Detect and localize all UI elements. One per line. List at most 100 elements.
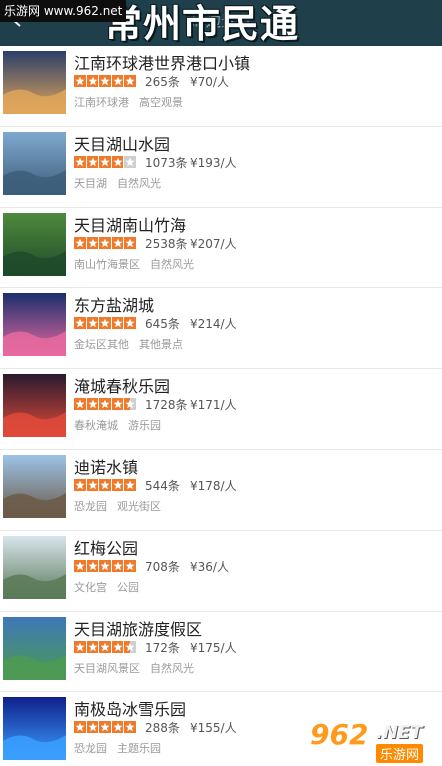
area-tag: 金坛区其他 [74, 338, 129, 352]
attraction-tags: 南山竹海景区 自然风光 [74, 256, 194, 272]
attraction-thumbnail [3, 374, 66, 438]
attraction-name: 淹城春秋乐园 [74, 377, 171, 397]
star-icon [124, 721, 136, 734]
star-icon [124, 559, 136, 572]
attraction-name: 红梅公园 [74, 538, 139, 558]
star-icon [86, 721, 98, 734]
category-tag: 自然风光 [150, 661, 194, 675]
category-tag: 自然风光 [150, 257, 194, 271]
star-icon [74, 640, 86, 653]
attraction-tags: 天目湖风景区 自然风光 [74, 660, 194, 676]
list-item[interactable]: 江南环球港世界港口小镇 265条 ¥70/人 江南环球港 高空观景 [0, 46, 442, 127]
star-icon [99, 155, 111, 168]
star-icon [99, 236, 111, 249]
area-tag: 恐龙园 [74, 499, 107, 513]
star-icon [111, 75, 123, 87]
price-per-person: ¥175/人 [190, 640, 237, 655]
attraction-thumbnail [3, 535, 66, 599]
attraction-tags: 恐龙园 观光街区 [74, 498, 161, 514]
star-icon [124, 317, 136, 330]
attraction-name: 东方盐湖城 [74, 296, 155, 316]
watermark-number: 962 [310, 718, 369, 751]
category-tag: 自然风光 [117, 176, 161, 190]
star-icon [124, 75, 136, 87]
area-tag: 天目湖风景区 [74, 661, 140, 675]
star-icon [124, 478, 136, 491]
attraction-name: 天目湖旅游度假区 [74, 619, 203, 639]
area-tag: 南山竹海景区 [74, 257, 140, 271]
attraction-tags: 恐龙园 主题乐园 [74, 740, 161, 756]
star-icon [86, 559, 98, 572]
star-icon [111, 398, 123, 411]
star-icon [124, 398, 136, 411]
site-watermark-logo: 962 .NET 乐游网 [310, 718, 438, 763]
list-item[interactable]: 淹城春秋乐园 1728条 ¥171/人 春秋淹城 游乐园 [0, 369, 442, 450]
star-icon [99, 559, 111, 572]
review-count: 544条 [145, 478, 180, 493]
review-count: 708条 [145, 559, 180, 574]
price-per-person: ¥178/人 [190, 478, 237, 493]
review-count: 645条 [145, 317, 180, 332]
price-per-person: ¥70/人 [190, 75, 229, 89]
list-item[interactable]: 天目湖南山竹海 2538条 ¥207/人 南山竹海景区 自然风光 [0, 208, 442, 289]
watermark-cn: 乐游网 [376, 744, 424, 763]
star-icon [111, 478, 123, 491]
star-icon [74, 721, 86, 734]
attraction-name: 天目湖山水园 [74, 134, 171, 154]
star-icon [74, 559, 86, 572]
attraction-tags: 春秋淹城 游乐园 [74, 417, 161, 433]
area-tag: 恐龙园 [74, 742, 107, 756]
rating-stars [74, 721, 136, 734]
category-tag: 公园 [117, 580, 139, 594]
attraction-thumbnail [3, 454, 66, 518]
rating-stars [74, 317, 136, 330]
star-icon [124, 155, 136, 168]
star-icon [99, 75, 111, 87]
star-icon [86, 75, 98, 87]
attraction-thumbnail [3, 697, 66, 761]
price-per-person: ¥214/人 [190, 317, 237, 332]
thumbnail-image [3, 535, 66, 599]
list-item[interactable]: 迪诺水镇 544条 ¥178/人 恐龙园 观光街区 [0, 450, 442, 531]
star-icon [86, 317, 98, 330]
attraction-tags: 金坛区其他 其他景点 [74, 336, 183, 352]
thumbnail-image [3, 131, 66, 195]
star-icon [111, 236, 123, 249]
list-item[interactable]: 东方盐湖城 645条 ¥214/人 金坛区其他 其他景点 [0, 288, 442, 370]
star-icon [74, 398, 86, 411]
star-icon [86, 478, 98, 491]
thumbnail-image [3, 51, 66, 114]
list-item[interactable]: 天目湖山水园 1073条 ¥193/人 天目湖 自然风光 [0, 127, 442, 208]
attraction-tags: 江南环球港 高空观景 [74, 94, 183, 110]
star-icon [111, 559, 123, 572]
star-icon [111, 317, 123, 330]
star-icon [124, 236, 136, 249]
star-icon [99, 478, 111, 491]
top-bar: 周边景点 常州市民通 乐游网 www.962.net [0, 0, 442, 46]
star-icon [86, 398, 98, 411]
attraction-name: 天目湖南山竹海 [74, 215, 187, 235]
price-per-person: ¥155/人 [190, 721, 237, 736]
area-tag: 天目湖 [74, 176, 107, 190]
attraction-thumbnail [3, 212, 66, 276]
star-icon [74, 236, 86, 249]
review-count: 265条 [145, 75, 180, 89]
review-count: 1728条 [145, 398, 188, 413]
rating-stars [74, 478, 136, 492]
price-per-person: ¥193/人 [190, 155, 237, 170]
area-tag: 春秋淹城 [74, 419, 118, 433]
area-tag: 文化宫 [74, 580, 107, 594]
list-item[interactable]: 红梅公园 708条 ¥36/人 文化宫 公园 [0, 531, 442, 612]
thumbnail-image [3, 293, 66, 357]
site-watermark-tag: 乐游网 www.962.net [0, 0, 127, 22]
review-count: 1073条 [145, 155, 188, 170]
review-count: 2538条 [145, 236, 188, 251]
rating-stars [74, 640, 136, 654]
thumbnail-image [3, 212, 66, 276]
star-icon [74, 317, 86, 330]
star-icon [111, 155, 123, 168]
list-item[interactable]: 天目湖旅游度假区 172条 ¥175/人 天目湖风景区 自然风光 [0, 612, 442, 693]
attraction-thumbnail [3, 616, 66, 680]
thumbnail-image [3, 697, 66, 761]
category-tag: 观光街区 [117, 499, 161, 513]
